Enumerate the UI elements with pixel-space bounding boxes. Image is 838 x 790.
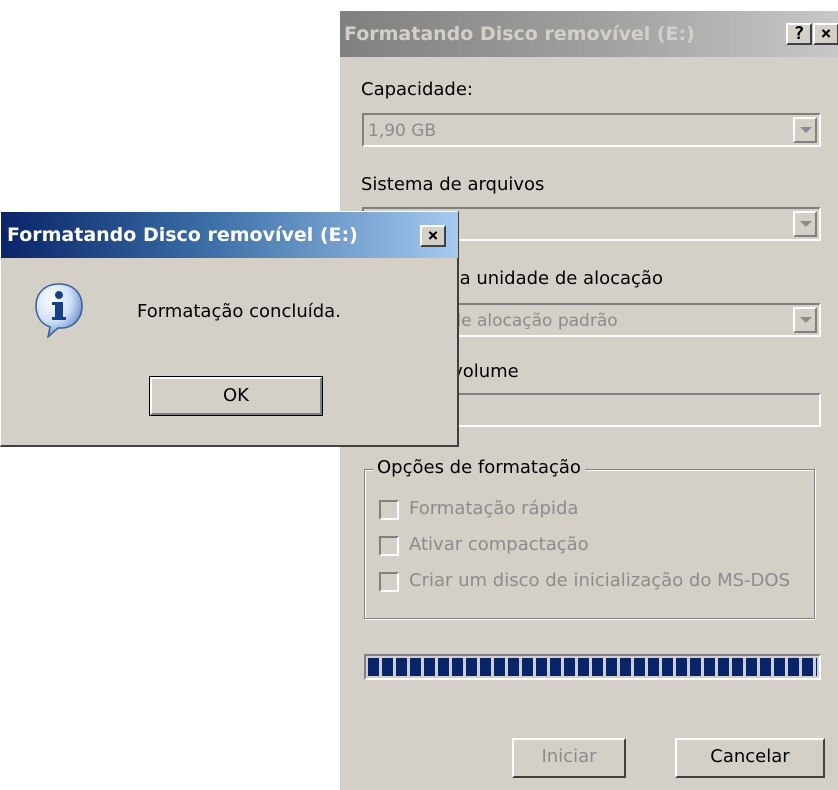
checkbox-box[interactable] (379, 572, 399, 592)
cancel-button[interactable]: Cancelar (675, 738, 825, 778)
filesystem-label: Sistema de arquivos (361, 174, 545, 195)
info-icon (35, 283, 83, 338)
message-box-close-button[interactable]: × (420, 225, 446, 247)
ok-button-label: OK (150, 377, 322, 415)
checkbox-box[interactable] (379, 536, 399, 556)
chevron-down-icon[interactable] (793, 117, 817, 143)
capacity-select[interactable]: 1,90 GB (362, 113, 821, 147)
capacity-value: 1,90 GB (368, 121, 437, 141)
msdos-boot-label: Criar um disco de inicialização do MS-DO… (409, 570, 790, 591)
format-options-title: Opções de formatação (373, 457, 585, 478)
format-dialog-titlebar[interactable]: Formatando Disco removível (E:) ? × (340, 11, 838, 57)
format-options-group: Opções de formatação Formatação rápida A… (364, 457, 815, 619)
format-dialog-title: Formatando Disco removível (E:) (344, 23, 695, 45)
chevron-down-icon[interactable] (793, 211, 817, 237)
start-button[interactable]: Iniciar (512, 738, 626, 778)
checkbox-box[interactable] (379, 500, 399, 520)
quick-format-label: Formatação rápida (409, 498, 579, 519)
help-button[interactable]: ? (786, 23, 812, 45)
progress-bar (364, 654, 821, 680)
message-box-titlebar[interactable]: Formatando Disco removível (E:) × (1, 212, 458, 258)
message-box-title: Formatando Disco removível (E:) (7, 224, 358, 246)
compression-label: Ativar compactação (409, 534, 589, 555)
message-text: Formatação concluída. (137, 301, 341, 322)
chevron-down-icon[interactable] (793, 307, 817, 333)
progress-fill (368, 658, 817, 676)
capacity-label: Capacidade: (361, 79, 473, 100)
ok-button[interactable]: OK (149, 376, 323, 416)
completion-message-box: Formatando Disco removível (E:) × Format… (0, 211, 459, 447)
close-button[interactable]: × (813, 23, 838, 45)
